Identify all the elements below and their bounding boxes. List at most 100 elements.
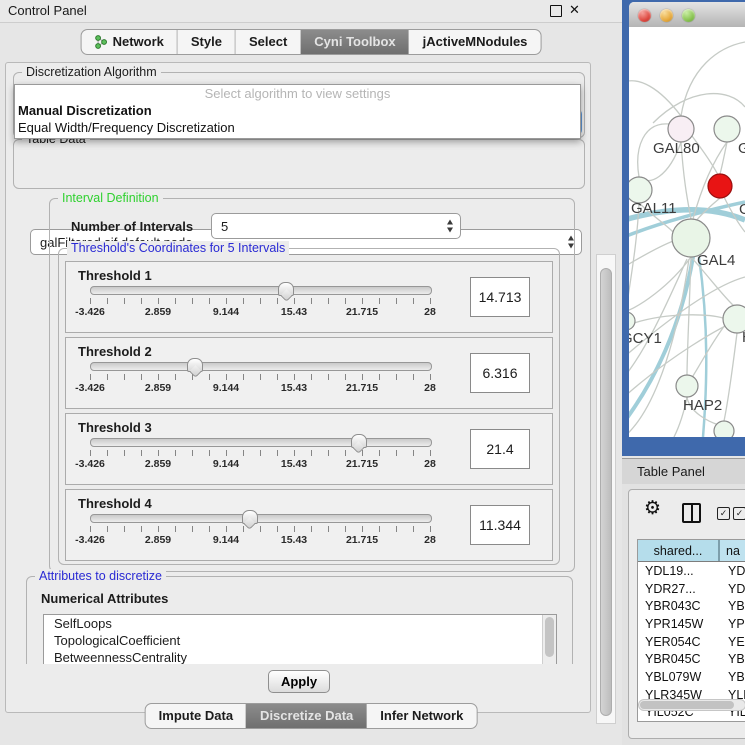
threshold-slider[interactable]: -3.4262.8599.14415.4321.71528 (90, 362, 430, 402)
table-cell[interactable]: YBR045C (638, 652, 720, 666)
table-row[interactable]: YER054CYER0 (638, 633, 745, 651)
network-node[interactable] (629, 312, 635, 330)
threshold-value-input[interactable]: 11.344 (470, 505, 530, 545)
tick-label: 15.43 (281, 458, 307, 470)
threshold-panels: Threshold 1 -3.4262.8599.14415.4321.7152… (65, 261, 553, 565)
table-row[interactable]: YDR27...YDR2 (638, 580, 745, 598)
table-row[interactable]: YBR043CYBR0 (638, 597, 745, 615)
float-window-icon[interactable] (550, 5, 562, 17)
columns-icon[interactable] (682, 503, 701, 523)
threshold-slider[interactable]: -3.4262.8599.14415.4321.71528 (90, 514, 430, 554)
list-item[interactable]: BetweennessCentrality (44, 649, 556, 664)
table-row[interactable]: YDL19...YDL1 (638, 562, 745, 580)
scrollbar-thumb[interactable] (640, 701, 734, 709)
tick-label: 9.144 (213, 534, 239, 546)
close-traffic-light-icon[interactable] (638, 9, 651, 22)
network-node[interactable] (708, 174, 732, 198)
zoom-traffic-light-icon[interactable] (682, 9, 695, 22)
panel-scrollbar[interactable] (596, 254, 616, 724)
table-cell[interactable]: YBR043C (638, 599, 720, 613)
threshold-value-input[interactable]: 6.316 (470, 353, 530, 393)
network-edge[interactable] (629, 239, 679, 267)
num-intervals-select[interactable]: 5 (211, 213, 461, 239)
network-edge[interactable] (629, 259, 689, 437)
network-node[interactable] (714, 116, 740, 142)
tab-label: Cyni Toolbox (314, 34, 395, 49)
table-cell[interactable]: YDL19... (638, 564, 720, 578)
numerical-attributes-list[interactable]: SelfLoopsTopologicalCoefficientBetweenne… (43, 614, 557, 664)
slider-track[interactable] (90, 438, 432, 447)
table-cell[interactable]: YDL1 (720, 564, 745, 578)
table-panel-titlebar: Table Panel (622, 458, 745, 485)
slider-thumb-icon[interactable] (187, 358, 203, 372)
table-row[interactable]: YBL079WYBL0 (638, 668, 745, 686)
node-attribute-table[interactable]: shared... na YDL19...YDL1YDR27...YDR2YBR… (637, 539, 745, 722)
list-item[interactable]: SelfLoops (44, 615, 556, 632)
apply-button[interactable]: Apply (268, 670, 330, 693)
table-cell[interactable]: YER0 (720, 635, 745, 649)
network-node[interactable] (676, 375, 698, 397)
network-edge[interactable] (681, 42, 745, 116)
list-item[interactable]: TopologicalCoefficient (44, 632, 556, 649)
num-intervals-value: 5 (221, 219, 228, 234)
dropdown-option[interactable]: Manual Discretization (15, 102, 580, 119)
column-header[interactable]: na (720, 540, 745, 561)
table-cell[interactable]: YPR1 (720, 617, 745, 631)
slider-tick-labels: -3.4262.8599.14415.4321.71528 (90, 458, 430, 472)
minimize-traffic-light-icon[interactable] (660, 9, 673, 22)
scrollbar-thumb[interactable] (600, 268, 612, 716)
slider-track[interactable] (90, 514, 432, 523)
table-cell[interactable]: YER054C (638, 635, 720, 649)
node-label: GA (738, 140, 745, 157)
slider-track[interactable] (90, 362, 432, 371)
network-edge[interactable] (724, 333, 737, 421)
network-edge[interactable] (691, 325, 725, 379)
table-cell[interactable]: YDR2 (720, 582, 745, 596)
tab-infer-network[interactable]: Infer Network (366, 704, 476, 728)
table-cell[interactable]: YPR145W (638, 617, 720, 631)
table-cell[interactable]: YBR0 (720, 599, 745, 613)
tick-label: 28 (424, 458, 436, 470)
tab-select[interactable]: Select (235, 30, 300, 54)
threshold-label: Threshold 2 (78, 344, 152, 359)
numerical-attributes-label: Numerical Attributes (41, 591, 168, 606)
table-cell[interactable]: YBL0 (720, 670, 745, 684)
network-node[interactable] (714, 421, 734, 437)
table-cell[interactable]: YDR27... (638, 582, 720, 596)
table-row[interactable]: YBR045CYBR0 (638, 650, 745, 668)
table-horizontal-scrollbar[interactable] (638, 699, 745, 711)
threshold-panel: Threshold 3 -3.4262.8599.14415.4321.7152… (65, 413, 553, 485)
tab-discretize-data[interactable]: Discretize Data (246, 704, 366, 728)
threshold-value-input[interactable]: 21.4 (470, 429, 530, 469)
table-cell[interactable]: YBL079W (638, 670, 720, 684)
network-edge[interactable] (629, 81, 681, 116)
checkbox-icon[interactable]: ✓ (733, 507, 745, 520)
tab-network[interactable]: Network (82, 30, 177, 54)
slider-thumb-icon[interactable] (278, 282, 294, 296)
network-canvas[interactable]: GAL80GAGGAL11GAL4GCY1HHAP2 (629, 27, 745, 437)
threshold-value-input[interactable]: 14.713 (470, 277, 530, 317)
close-icon[interactable]: ✕ (569, 2, 580, 18)
threshold-slider[interactable]: -3.4262.8599.14415.4321.71528 (90, 438, 430, 478)
table-row[interactable]: YPR145WYPR1 (638, 615, 745, 633)
slider-ticks (90, 298, 431, 304)
tick-label: 28 (424, 306, 436, 318)
column-header[interactable]: shared... (638, 540, 720, 561)
threshold-slider[interactable]: -3.4262.8599.14415.4321.71528 (90, 286, 430, 326)
slider-thumb-icon[interactable] (242, 510, 258, 524)
tab-style[interactable]: Style (177, 30, 235, 54)
tab-impute-data[interactable]: Impute Data (146, 704, 246, 728)
checkbox-icon[interactable]: ✓ (717, 507, 730, 520)
dropdown-option[interactable]: Equal Width/Frequency Discretization (15, 119, 580, 136)
slider-thumb-icon[interactable] (351, 434, 367, 448)
slider-track[interactable] (90, 286, 432, 295)
scrollbar-thumb[interactable] (545, 617, 554, 657)
spinner-arrows-icon[interactable] (447, 220, 453, 233)
list-scrollbar[interactable] (542, 615, 556, 664)
table-cell[interactable]: YBR0 (720, 652, 745, 666)
network-node[interactable] (668, 116, 694, 142)
gear-icon[interactable]: ⚙ (644, 499, 661, 518)
group-legend: Threshold's Coordinates for 5 Intervals (67, 241, 289, 255)
tab-cyni-toolbox[interactable]: Cyni Toolbox (300, 30, 408, 54)
tab-jactivemnodules[interactable]: jActiveMNodules (409, 30, 541, 54)
